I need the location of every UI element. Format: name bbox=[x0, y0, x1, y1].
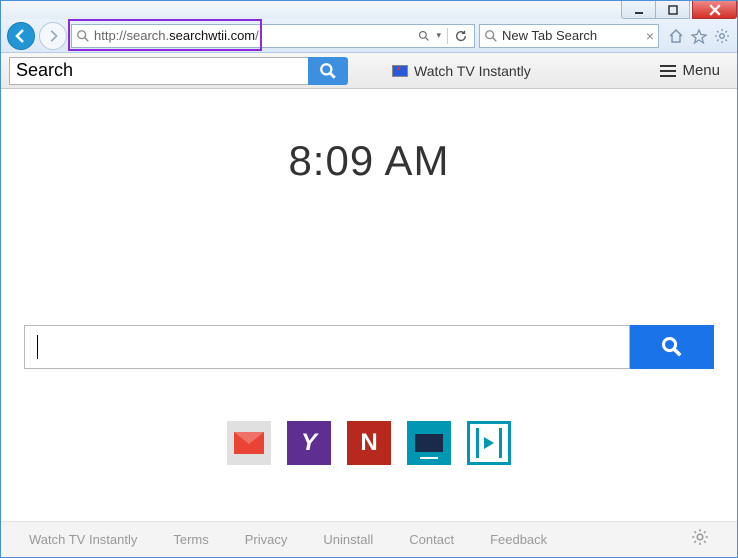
dropdown-icon[interactable]: ▾ bbox=[436, 30, 441, 41]
extension-toolbar: Watch TV Instantly Menu bbox=[1, 53, 737, 89]
search-icon bbox=[484, 29, 498, 43]
footer-link-privacy[interactable]: Privacy bbox=[245, 532, 288, 547]
text-caret bbox=[37, 335, 38, 359]
netflix-icon: N bbox=[360, 429, 377, 457]
url-suffix: / bbox=[255, 28, 259, 43]
menu-label: Menu bbox=[682, 62, 720, 79]
search-go-icon[interactable] bbox=[418, 30, 430, 42]
monitor-icon bbox=[415, 434, 443, 452]
film-icon bbox=[476, 428, 502, 458]
main-content: 8:09 AM Y N bbox=[1, 89, 737, 557]
yahoo-icon: Y bbox=[301, 429, 317, 457]
home-icon[interactable] bbox=[667, 27, 685, 45]
footer-link-uninstall[interactable]: Uninstall bbox=[323, 532, 373, 547]
main-search bbox=[24, 325, 714, 369]
watch-tv-link[interactable]: Watch TV Instantly bbox=[392, 63, 531, 79]
titlebar bbox=[1, 1, 737, 19]
hamburger-icon bbox=[660, 65, 676, 77]
gmail-icon bbox=[234, 432, 264, 454]
tile-video[interactable] bbox=[467, 421, 511, 465]
gear-icon[interactable] bbox=[713, 27, 731, 45]
clock: 8:09 AM bbox=[288, 137, 449, 185]
search-icon bbox=[76, 29, 90, 43]
main-search-input[interactable] bbox=[24, 325, 630, 369]
main-search-button[interactable] bbox=[630, 325, 714, 369]
close-tab-icon[interactable]: × bbox=[646, 28, 654, 44]
forward-button[interactable] bbox=[39, 22, 67, 50]
refresh-icon[interactable] bbox=[454, 29, 468, 43]
address-bar-tools: ▾ bbox=[418, 28, 470, 44]
tab-title: New Tab Search bbox=[502, 28, 642, 43]
footer-link-terms[interactable]: Terms bbox=[173, 532, 208, 547]
browser-right-tools bbox=[667, 27, 731, 45]
url-prefix: http://search. bbox=[94, 28, 169, 43]
tile-yahoo[interactable]: Y bbox=[287, 421, 331, 465]
window-controls bbox=[621, 1, 737, 19]
url-text: http://search.searchwtii.com/ bbox=[94, 28, 418, 43]
page-content: Watch TV Instantly Menu 8:09 AM bbox=[1, 53, 737, 557]
tile-gmail[interactable] bbox=[227, 421, 271, 465]
maximize-button[interactable] bbox=[655, 1, 690, 19]
url-domain: searchwtii.com bbox=[169, 28, 255, 43]
tv-icon bbox=[392, 65, 408, 77]
toolbar-search-button[interactable] bbox=[308, 57, 348, 85]
menu-button[interactable]: Menu bbox=[651, 57, 729, 84]
toolbar-search-input[interactable] bbox=[9, 57, 309, 85]
footer: Watch TV Instantly Terms Privacy Uninsta… bbox=[1, 521, 737, 557]
tile-netflix[interactable]: N bbox=[347, 421, 391, 465]
browser-nav-bar: http://search.searchwtii.com/ ▾ New Tab … bbox=[1, 19, 737, 53]
toolbar-search bbox=[9, 57, 348, 85]
back-button[interactable] bbox=[7, 22, 35, 50]
quick-link-tiles: Y N bbox=[227, 421, 511, 465]
watch-tv-label: Watch TV Instantly bbox=[414, 63, 531, 79]
browser-tab[interactable]: New Tab Search × bbox=[479, 24, 659, 48]
close-button[interactable] bbox=[692, 1, 737, 19]
window: http://search.searchwtii.com/ ▾ New Tab … bbox=[0, 0, 738, 558]
tile-tv[interactable] bbox=[407, 421, 451, 465]
settings-gear-icon[interactable] bbox=[691, 528, 709, 551]
footer-link-contact[interactable]: Contact bbox=[409, 532, 454, 547]
address-bar[interactable]: http://search.searchwtii.com/ ▾ bbox=[71, 24, 475, 48]
footer-link-watch-tv[interactable]: Watch TV Instantly bbox=[29, 532, 137, 547]
divider bbox=[447, 28, 448, 44]
minimize-button[interactable] bbox=[621, 1, 656, 19]
footer-link-feedback[interactable]: Feedback bbox=[490, 532, 547, 547]
favorites-icon[interactable] bbox=[690, 27, 708, 45]
